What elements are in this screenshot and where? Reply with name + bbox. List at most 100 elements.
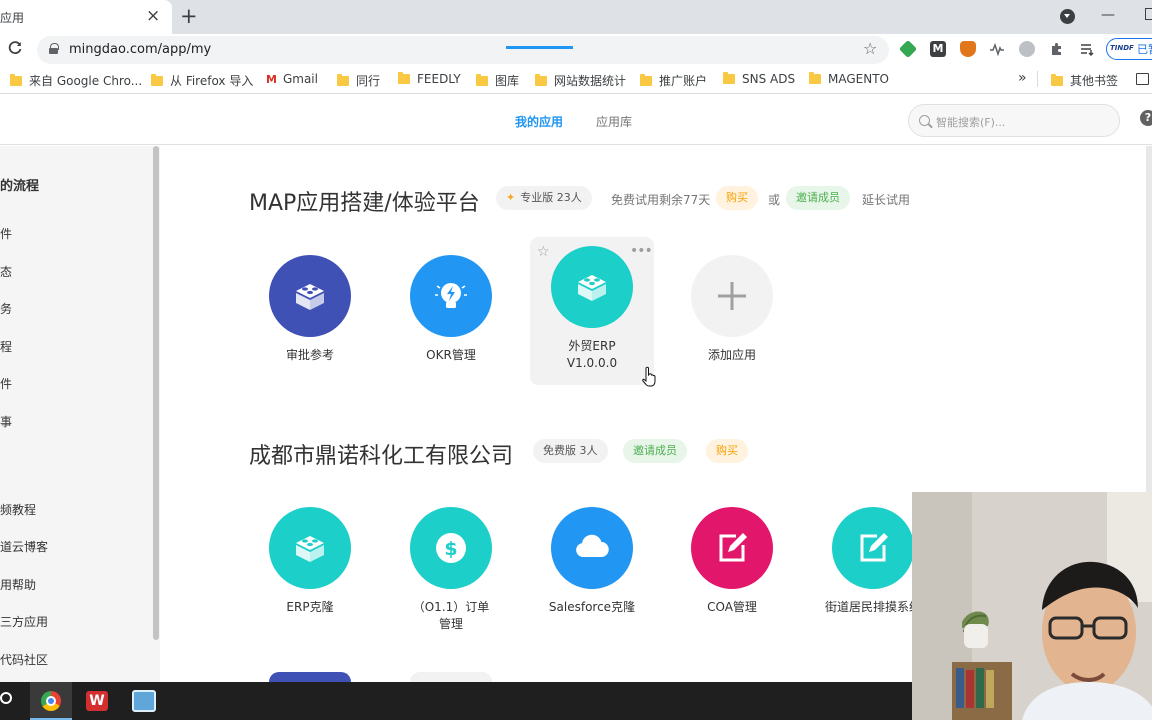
pulse-extension-icon[interactable] [989,41,1005,57]
sidebar-item[interactable]: 件 [0,375,12,392]
lego-icon [551,246,633,328]
app-name: Salesforce克隆 [548,600,636,614]
buy-button[interactable]: 购买 [716,186,758,210]
invite-members-button[interactable]: 邀请成员 [623,439,687,463]
app-tile[interactable]: OKR管理 [381,255,521,395]
sidebar-item-video-tutorials[interactable]: 频教程 [0,501,36,518]
extension-m-icon[interactable]: M [930,41,946,57]
folder-icon [10,74,22,86]
app-tile[interactable]: 审批参考 [240,255,380,395]
sidebar-item-third-party-apps[interactable]: 三方应用 [0,613,48,630]
bookmark-label: 来自 Google Chro... [29,74,143,88]
bookmark-item[interactable]: FEEDLY [398,72,461,86]
plan-label: 专业版 23人 [520,191,582,204]
reload-icon[interactable] [8,38,22,60]
tab-search-icon[interactable] [1060,9,1075,24]
sidebar: 的流程 件 态 务 程 件 事 频教程 道云博客 用帮助 三方应用 代码社区 [0,146,160,682]
minimize-icon[interactable]: — [1101,7,1115,23]
plan-badge[interactable]: ✦ 专业版 23人 [496,186,592,210]
add-app-button[interactable]: 添加应用 [662,255,802,395]
profile-avatar: TINDF [1110,44,1134,52]
search-input[interactable]: 智能搜索(F)... [908,104,1120,137]
bookmark-item[interactable]: 来自 Google Chro... [10,72,142,89]
app-name: 外贸ERP V1.0.0.0 [566,339,618,370]
bookmark-item[interactable]: 图库 [476,72,519,89]
chrome-icon[interactable] [41,691,61,711]
plus-icon [691,255,773,337]
grey-extension-icon[interactable] [1019,41,1035,57]
cloud-icon [551,507,633,589]
lock-icon[interactable] [49,43,59,54]
gmail-icon: M [266,73,277,86]
bookmark-label: 网站数据统计 [554,74,627,88]
tab-my-apps[interactable]: 我的应用 [515,113,563,130]
app-tile-partial[interactable] [269,672,351,682]
bookmark-item[interactable]: 同行 [337,72,380,89]
profile-button[interactable]: TINDF 已暂 [1106,38,1152,60]
plan-badge[interactable]: 免费版 3人 [533,439,608,463]
windows-taskbar: W [0,682,912,720]
sidebar-item[interactable]: 件 [0,225,12,242]
app-tile[interactable]: $ （O1.1）订单管理 [381,507,521,647]
folder-icon [809,72,821,84]
tab-title: 应用 [0,11,25,25]
sidebar-item[interactable]: 务 [0,300,12,317]
app-name: 审批参考 [285,348,334,362]
bookmark-item[interactable]: M Gmail [266,72,318,86]
folder-icon [723,72,735,84]
bookmark-label: 推广账户 [659,74,708,88]
group-title: MAP应用搭建/体验平台 [249,191,480,216]
bookmark-label: 其他书签 [1070,74,1119,88]
sidebar-item[interactable]: 事 [0,413,12,430]
bookmark-item[interactable]: 网站数据统计 [535,72,626,89]
browser-tab[interactable]: 应用 × [0,0,172,34]
profile-label: 已暂 [1137,43,1152,56]
other-bookmarks[interactable]: 其他书签 [1051,72,1118,89]
extend-trial-link[interactable]: 延长试用 [862,191,910,208]
sidebar-item[interactable]: 程 [0,338,12,355]
app-tile[interactable]: COA管理 [662,507,802,647]
tab-app-library[interactable]: 应用库 [596,113,632,130]
reading-list-icon[interactable] [1136,73,1149,85]
extensions-puzzle-icon[interactable] [1049,41,1065,57]
app-name: COA管理 [707,600,757,614]
app-tile[interactable]: Salesforce克隆 [522,507,662,647]
sidebar-item-help[interactable]: 用帮助 [0,576,36,593]
app-window-icon[interactable] [132,690,156,712]
maximize-icon[interactable] [1145,8,1152,20]
wps-office-icon[interactable]: W [86,691,108,711]
metamask-fox-icon[interactable] [960,41,976,57]
address-bar[interactable]: mingdao.com/app/my ☆ [37,36,889,64]
new-tab-button[interactable]: + [180,4,198,28]
bookmark-item[interactable]: 从 Firefox 导入 [151,72,253,89]
sidebar-scrollbar[interactable] [153,146,159,640]
bookmark-item[interactable]: 推广账户 [640,72,707,89]
bookmark-item[interactable]: MAGENTO [809,72,889,86]
sidebar-item[interactable]: 态 [0,263,12,280]
app-tile-partial[interactable] [410,672,492,682]
bookmark-label: 同行 [356,74,381,88]
url-text[interactable]: mingdao.com/app/my [69,42,211,57]
invite-members-button[interactable]: 邀请成员 [786,186,850,210]
browser-tabstrip: 应用 × + — [0,0,1152,34]
search-icon[interactable] [0,692,12,704]
more-bookmarks-icon[interactable]: » [1018,70,1027,86]
sidebar-item-workflows[interactable]: 的流程 [0,175,39,194]
folder-icon [398,72,410,84]
sidebar-item-community[interactable]: 代码社区 [0,651,48,668]
sidebar-item-blog[interactable]: 道云博客 [0,538,48,555]
app-name: （O1.1）订单管理 [412,600,490,631]
buy-button[interactable]: 购买 [706,439,748,463]
reading-queue-icon[interactable] [1079,41,1095,57]
app-tile[interactable]: 外贸ERP V1.0.0.0 [522,246,662,386]
bulb-icon [410,255,492,337]
help-icon[interactable]: ? [1140,110,1152,126]
hand-cursor-icon [642,366,656,387]
app-tile[interactable]: ERP克隆 [240,507,380,647]
close-tab-icon[interactable]: × [146,6,160,26]
or-text: 或 [768,193,781,207]
folder-icon [337,74,349,86]
bookmark-item[interactable]: SNS ADS [723,72,795,86]
svg-text:$: $ [444,538,457,560]
bookmark-star-icon[interactable]: ☆ [863,39,877,58]
